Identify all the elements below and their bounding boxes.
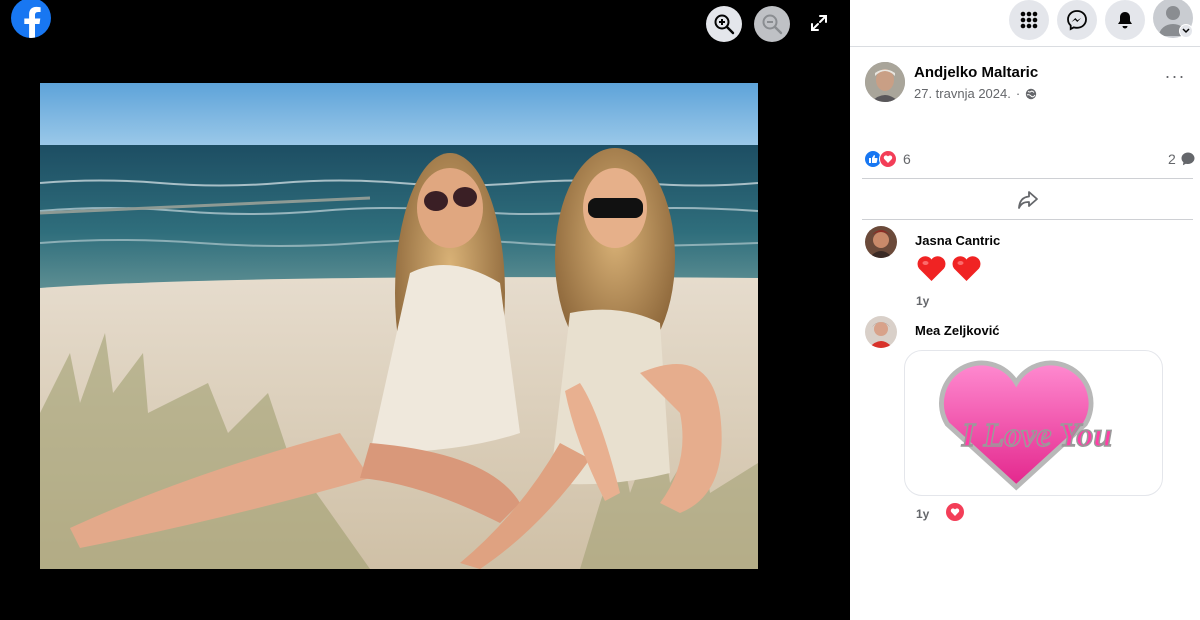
facebook-logo[interactable] [11,0,51,38]
comment-time[interactable]: 1y [916,294,929,308]
love-reaction-icon [879,150,897,168]
meta-separator: · [1015,86,1021,101]
heart-icon [917,256,946,281]
grid-menu-icon [1020,11,1038,29]
reaction-count: 6 [903,151,911,167]
menu-button[interactable] [1009,0,1049,40]
comment-love-reaction[interactable] [946,503,964,521]
zoom-in-icon [714,14,735,35]
top-bar [850,0,1200,47]
comment-author[interactable]: Mea Zeljković [915,323,1000,338]
post-author[interactable]: Andjelko Maltaric [914,64,1038,81]
divider [862,219,1193,220]
fullscreen-icon [811,15,827,31]
heart-icon [952,256,981,281]
zoom-out-icon [762,14,783,35]
fullscreen-button[interactable] [803,7,835,39]
post-side-panel: Andjelko Maltaric 27. travnja 2024. · ··… [850,0,1200,620]
share-icon [1018,191,1038,209]
comment-time[interactable]: 1y [916,507,929,521]
comment-author[interactable]: Jasna Cantric [915,233,1000,248]
account-menu-badge[interactable] [1179,24,1193,38]
messenger-button[interactable] [1057,0,1097,40]
divider [862,178,1193,179]
post-photo [40,83,758,569]
post-meta: 27. travnja 2024. · [914,86,1037,101]
comment-content [915,252,983,284]
bell-icon [1118,12,1132,29]
chevron-down-icon [1182,28,1190,34]
post-date[interactable]: 27. travnja 2024. [914,86,1011,101]
zoom-in-button[interactable] [706,6,742,42]
comment-count-value: 2 [1168,151,1176,167]
share-button[interactable] [1016,189,1040,211]
comment-count[interactable]: 2 [1168,151,1196,167]
commenter-avatar[interactable] [865,226,897,258]
messenger-icon [1067,10,1087,31]
sticker-text: I Love You [961,417,1112,454]
love-reaction-icon [950,508,960,516]
globe-icon [1026,88,1037,99]
comment-sticker[interactable]: I Love You [904,350,1163,496]
zoom-out-button[interactable] [754,6,790,42]
post-more-button[interactable]: ··· [1164,67,1186,90]
photo-viewer [0,0,850,620]
reaction-summary[interactable]: 6 [864,150,911,168]
notifications-button[interactable] [1105,0,1145,40]
comment-icon [1181,152,1195,166]
author-avatar[interactable] [865,62,905,102]
commenter-avatar[interactable] [865,316,897,348]
